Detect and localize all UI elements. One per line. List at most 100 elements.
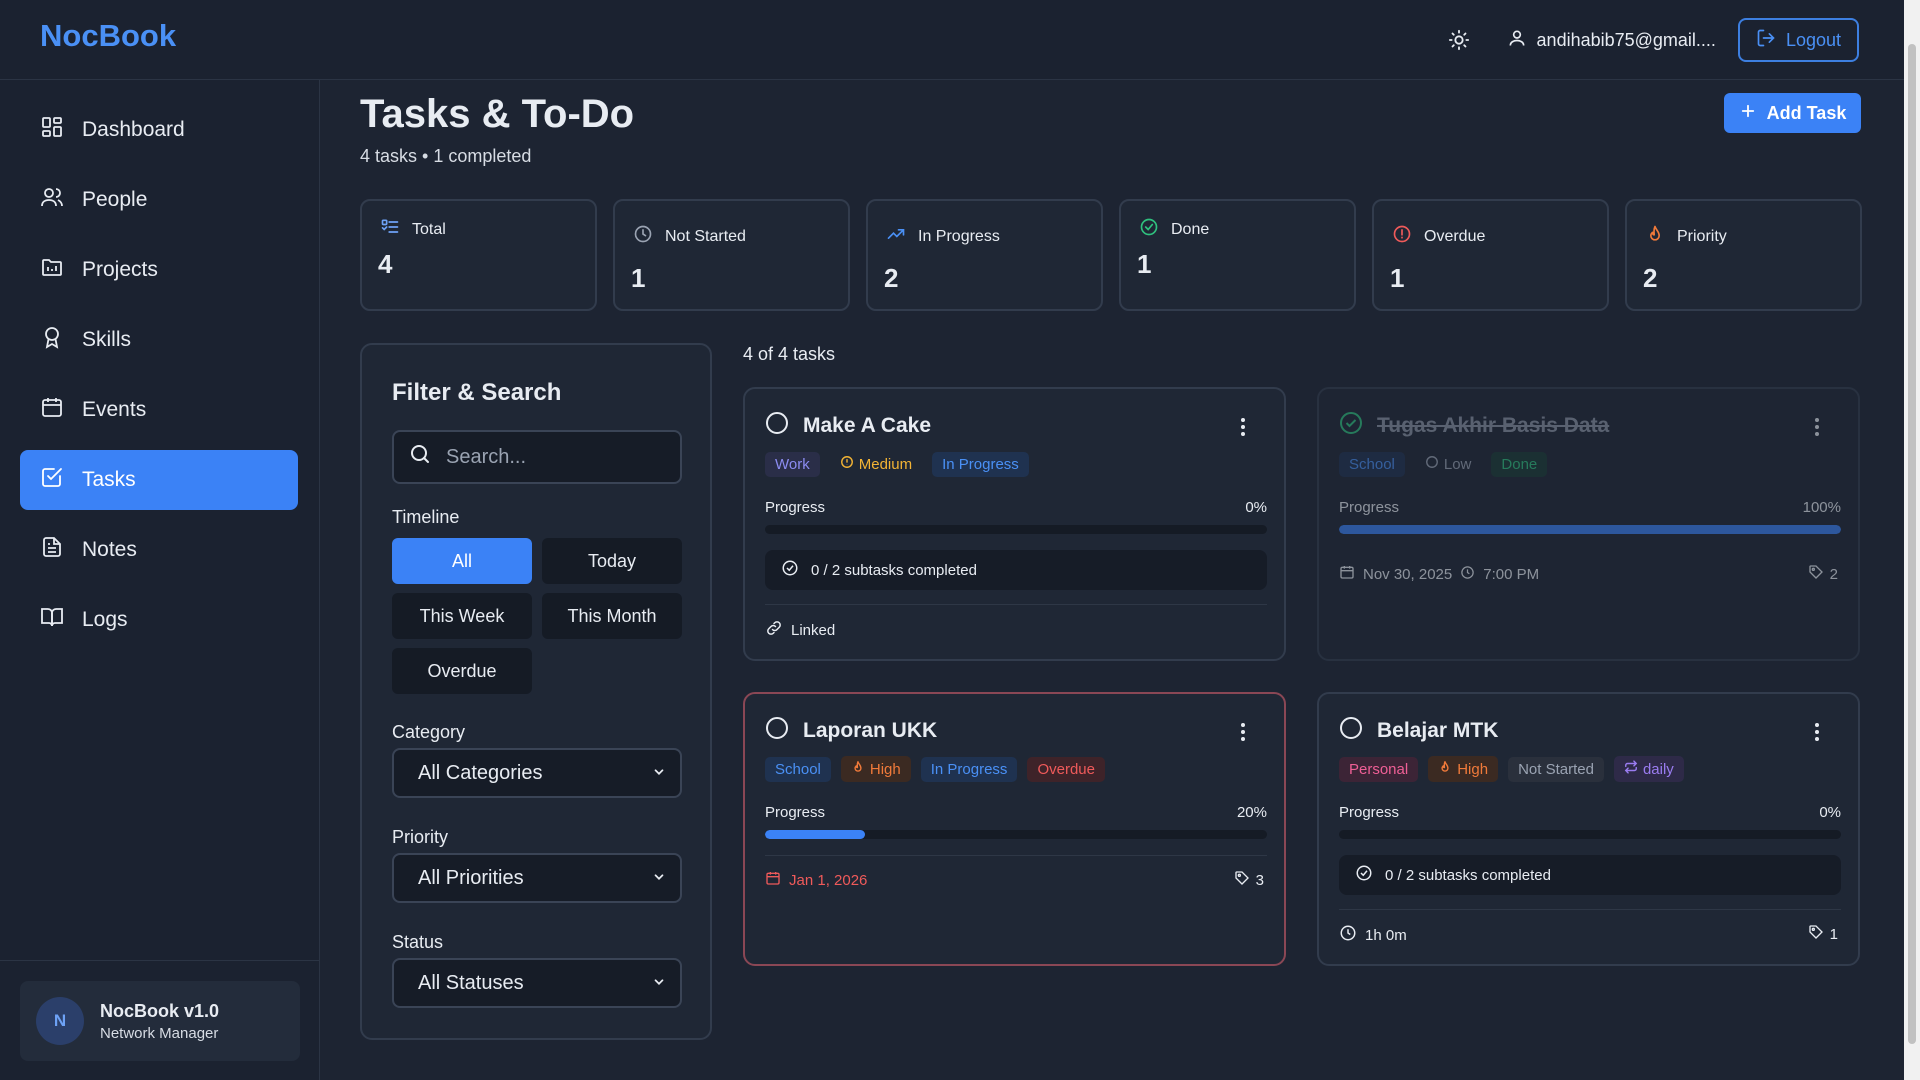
stat-card-in-progress[interactable]: In Progress 2 bbox=[866, 199, 1103, 311]
circle-checkbox-icon[interactable] bbox=[1339, 716, 1363, 746]
tag-count: 3 bbox=[1234, 870, 1264, 890]
sun-icon[interactable] bbox=[1439, 20, 1479, 60]
sidebar-item-label: Tasks bbox=[82, 468, 136, 491]
logout-button[interactable]: Logout bbox=[1737, 18, 1859, 62]
status-select[interactable]: All Statuses bbox=[392, 958, 682, 1008]
task-card[interactable]: Laporan UKK School High In Progress Over… bbox=[743, 692, 1286, 966]
scrollbar-thumb[interactable] bbox=[1908, 44, 1916, 1044]
sidebar-item-skills[interactable]: Skills bbox=[20, 310, 298, 370]
stat-card-overdue[interactable]: Overdue 1 bbox=[1372, 199, 1609, 311]
brand-logo[interactable]: NocBook bbox=[40, 18, 176, 54]
link-icon bbox=[765, 619, 783, 641]
timeline-overdue-button[interactable]: Overdue bbox=[392, 648, 532, 694]
timeline-all-button[interactable]: All bbox=[392, 538, 532, 584]
timeline-this-week-button[interactable]: This Week bbox=[392, 593, 532, 639]
add-task-button[interactable]: Add Task bbox=[1724, 93, 1861, 133]
task-count: 4 of 4 tasks bbox=[743, 344, 836, 364]
page-title: Tasks & To-Do bbox=[360, 92, 635, 136]
sidebar-item-logs[interactable]: Logs bbox=[20, 590, 298, 650]
calendar-icon bbox=[765, 870, 781, 890]
sidebar-footer: N NocBook v1.0 Network Manager bbox=[0, 960, 320, 1080]
stat-value: 4 bbox=[378, 249, 393, 279]
stat-card-not-started[interactable]: Not Started 1 bbox=[613, 199, 850, 311]
overdue-badge: Overdue bbox=[1027, 756, 1105, 782]
priority-badge: Medium bbox=[830, 451, 922, 477]
task-card[interactable]: Tugas Akhir Basis Data School Low Done P… bbox=[1317, 387, 1860, 661]
check-circle-icon[interactable] bbox=[1339, 411, 1363, 441]
priority-badge: High bbox=[1428, 756, 1499, 782]
due-date: Nov 30, 2025 7:00 PM bbox=[1339, 564, 1539, 584]
flame-icon bbox=[1438, 760, 1452, 778]
more-vertical-icon[interactable] bbox=[1240, 722, 1246, 747]
sidebar-item-tasks[interactable]: Tasks bbox=[20, 450, 298, 510]
main-content: Tasks & To-Do 4 tasks • 1 completed Add … bbox=[320, 80, 1904, 1080]
stat-label: Not Started bbox=[665, 227, 746, 245]
subtasks-text: 0 / 2 subtasks completed bbox=[1385, 866, 1551, 884]
status-badge: Done bbox=[1491, 451, 1548, 477]
search-icon bbox=[408, 442, 432, 472]
timeline-this-month-button[interactable]: This Month bbox=[542, 593, 682, 639]
priority-badge: High bbox=[840, 756, 911, 782]
user-menu[interactable]: andihabib75@gmail.... bbox=[1507, 28, 1716, 53]
sidebar-item-projects[interactable]: Projects bbox=[20, 240, 298, 300]
category-badge: School bbox=[765, 756, 831, 782]
subtasks-toggle[interactable]: 0 / 2 subtasks completed bbox=[765, 550, 1267, 590]
stat-label: Priority bbox=[1677, 227, 1727, 245]
due-date: Jan 1, 2026 bbox=[765, 870, 867, 890]
task-card[interactable]: Belajar MTK Personal High Not Started da… bbox=[1317, 692, 1860, 966]
sidebar-item-label: Events bbox=[82, 398, 147, 421]
progress-bar bbox=[1339, 830, 1841, 839]
alert-circle-icon bbox=[840, 455, 854, 473]
circle-checkbox-icon[interactable] bbox=[765, 716, 789, 746]
priority-text: High bbox=[1457, 760, 1489, 778]
tag-count-text: 1 bbox=[1829, 925, 1838, 943]
sidebar-item-dashboard[interactable]: Dashboard bbox=[20, 100, 298, 160]
circle-checkbox-icon[interactable] bbox=[765, 411, 789, 441]
status-value: All Statuses bbox=[418, 971, 524, 994]
calendar-icon bbox=[1339, 564, 1355, 584]
subtasks-toggle[interactable]: 0 / 2 subtasks completed bbox=[1339, 855, 1841, 895]
stat-card-total[interactable]: Total 4 bbox=[360, 199, 597, 311]
progress-percent: 0% bbox=[1819, 804, 1841, 821]
sidebar-item-label: Projects bbox=[82, 258, 158, 281]
linked-indicator[interactable]: Linked bbox=[765, 619, 835, 641]
tag-count: 1 bbox=[1808, 924, 1838, 944]
category-select[interactable]: All Categories bbox=[392, 748, 682, 798]
category-label: Category bbox=[392, 722, 466, 742]
sidebar-item-notes[interactable]: Notes bbox=[20, 520, 298, 580]
status-badge: In Progress bbox=[932, 451, 1029, 477]
progress-percent: 20% bbox=[1236, 804, 1267, 821]
task-tags: Personal High Not Started daily bbox=[1339, 756, 1684, 782]
page-scrollbar[interactable] bbox=[1904, 0, 1920, 1080]
priority-text: High bbox=[869, 760, 901, 778]
sidebar-item-label: People bbox=[82, 188, 148, 211]
task-title: Make A Cake bbox=[803, 414, 932, 437]
priority-select[interactable]: All Priorities bbox=[392, 853, 682, 903]
sidebar-item-label: Skills bbox=[82, 328, 132, 351]
more-vertical-icon[interactable] bbox=[1240, 417, 1246, 442]
stat-card-priority[interactable]: Priority 2 bbox=[1625, 199, 1862, 311]
more-vertical-icon[interactable] bbox=[1814, 722, 1820, 747]
sidebar-item-label: Dashboard bbox=[82, 118, 185, 141]
category-badge: Work bbox=[765, 451, 820, 477]
duration-text: 1h 0m bbox=[1365, 926, 1407, 944]
sidebar-item-events[interactable]: Events bbox=[20, 380, 298, 440]
stat-value: 1 bbox=[631, 263, 646, 293]
progress-label: Progress bbox=[765, 499, 826, 516]
search-input[interactable]: Search... bbox=[392, 430, 682, 484]
task-tags: Work Medium In Progress bbox=[765, 451, 1029, 477]
sidebar-item-people[interactable]: People bbox=[20, 170, 298, 230]
stat-card-done[interactable]: Done 1 bbox=[1119, 199, 1356, 311]
logout-label: Logout bbox=[1785, 29, 1841, 50]
sidebar-item-label: Logs bbox=[82, 608, 128, 631]
progress-label: Progress bbox=[1339, 804, 1400, 821]
progress-bar bbox=[1339, 525, 1841, 534]
flame-icon bbox=[1645, 224, 1665, 249]
priority-value: All Priorities bbox=[418, 866, 524, 889]
task-card[interactable]: Make A Cake Work Medium In Progress Prog… bbox=[743, 387, 1286, 661]
tag-count-text: 3 bbox=[1255, 871, 1264, 889]
more-vertical-icon[interactable] bbox=[1814, 417, 1820, 442]
timeline-today-button[interactable]: Today bbox=[542, 538, 682, 584]
progress-percent: 0% bbox=[1245, 499, 1267, 516]
status-badge: In Progress bbox=[920, 756, 1018, 782]
